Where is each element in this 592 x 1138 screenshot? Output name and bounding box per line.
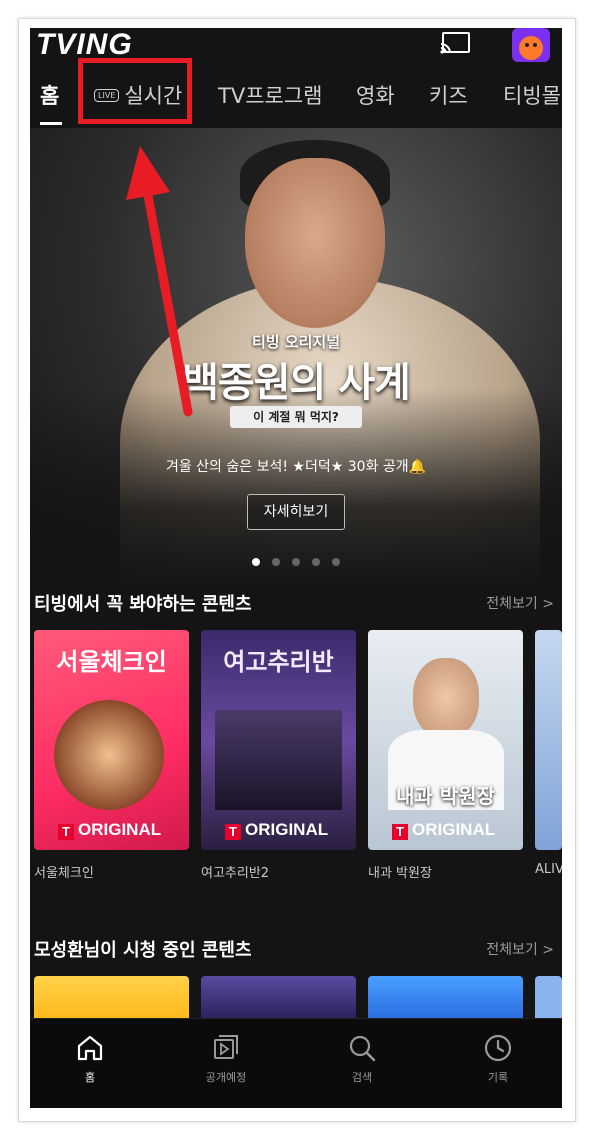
carousel-dot[interactable]	[332, 558, 340, 566]
search-icon	[349, 1035, 376, 1062]
poster-caption: 내과 박원장	[368, 866, 432, 881]
tab-kids[interactable]: 키즈	[429, 80, 468, 110]
original-badge: T ORIGINAL	[225, 820, 328, 840]
active-tab-indicator	[40, 122, 62, 125]
tab-tv-program[interactable]: TV프로그램	[218, 80, 322, 110]
nav-search[interactable]: 검색	[317, 1033, 407, 1085]
tving-logo[interactable]: TVING	[36, 28, 133, 62]
tab-home[interactable]: 홈	[40, 80, 59, 110]
nav-home[interactable]: 홈	[45, 1033, 135, 1085]
app-screen: TVING 홈 LIVE 실시간 TV프로그램 영화 키즈 티빙몰 티빙 오리지널…	[30, 28, 562, 1108]
poster-caption: 여고추리반2	[201, 866, 270, 881]
poster-card[interactable]: 내과 박원장 T ORIGINAL	[368, 630, 523, 850]
carousel-dot[interactable]	[272, 558, 280, 566]
carousel-dot[interactable]	[312, 558, 320, 566]
continue-watching-card[interactable]	[201, 976, 356, 1021]
original-badge: T ORIGINAL	[58, 820, 161, 840]
poster-card[interactable]	[535, 630, 562, 850]
hero-description: 겨울 산의 숨은 보석! ★더덕★ 30화 공개🔔	[165, 459, 427, 475]
section-title: 티빙에서 꼭 봐야하는 콘텐츠	[34, 594, 252, 615]
carousel-dot[interactable]	[292, 558, 300, 566]
poster-caption: 서울체크인	[34, 866, 94, 881]
poster-caption: ALIV	[535, 862, 562, 877]
poster-image	[54, 700, 164, 810]
cast-icon[interactable]	[440, 32, 470, 54]
see-all-link[interactable]: 전체보기 >	[486, 593, 554, 613]
avatar-face-icon	[519, 36, 543, 60]
hero-subtitle: 티빙 오리지널	[251, 333, 341, 351]
profile-avatar[interactable]	[512, 28, 550, 62]
nav-upcoming[interactable]: 공개예정	[181, 1033, 271, 1085]
hero-tagline: 이 계절 뭐 먹지?	[230, 406, 362, 428]
hero-title: 백종원의 사계	[182, 360, 411, 406]
play-icon	[214, 1035, 238, 1059]
continue-watching-card[interactable]	[34, 976, 189, 1021]
tab-movie[interactable]: 영화	[356, 80, 395, 110]
nav-history[interactable]: 기록	[453, 1033, 543, 1085]
continue-watching-card[interactable]	[535, 976, 562, 1021]
bottom-navigation: 홈 공개예정 검색 기록	[30, 1018, 562, 1108]
poster-image	[413, 658, 479, 738]
see-all-link[interactable]: 전체보기 >	[486, 939, 554, 959]
section-title: 모성환님이 시청 중인 콘텐츠	[34, 940, 252, 961]
home-icon	[77, 1035, 103, 1061]
tab-tving-mall[interactable]: 티빙몰	[503, 80, 561, 110]
continue-watching-card[interactable]	[368, 976, 523, 1021]
poster-image	[215, 710, 342, 810]
hero-banner[interactable]: 티빙 오리지널 백종원의 사계 이 계절 뭐 먹지? 겨울 산의 숨은 보석! …	[30, 128, 562, 588]
clock-icon	[484, 1034, 512, 1062]
details-button[interactable]: 자세히보기	[247, 494, 345, 530]
original-badge: T ORIGINAL	[392, 820, 495, 840]
carousel-dots[interactable]	[30, 558, 562, 566]
poster-card[interactable]: 여고추리반 T ORIGINAL	[201, 630, 356, 850]
poster-card[interactable]: 서울체크인 T ORIGINAL	[34, 630, 189, 850]
carousel-dot[interactable]	[252, 558, 260, 566]
highlight-box	[78, 58, 192, 124]
